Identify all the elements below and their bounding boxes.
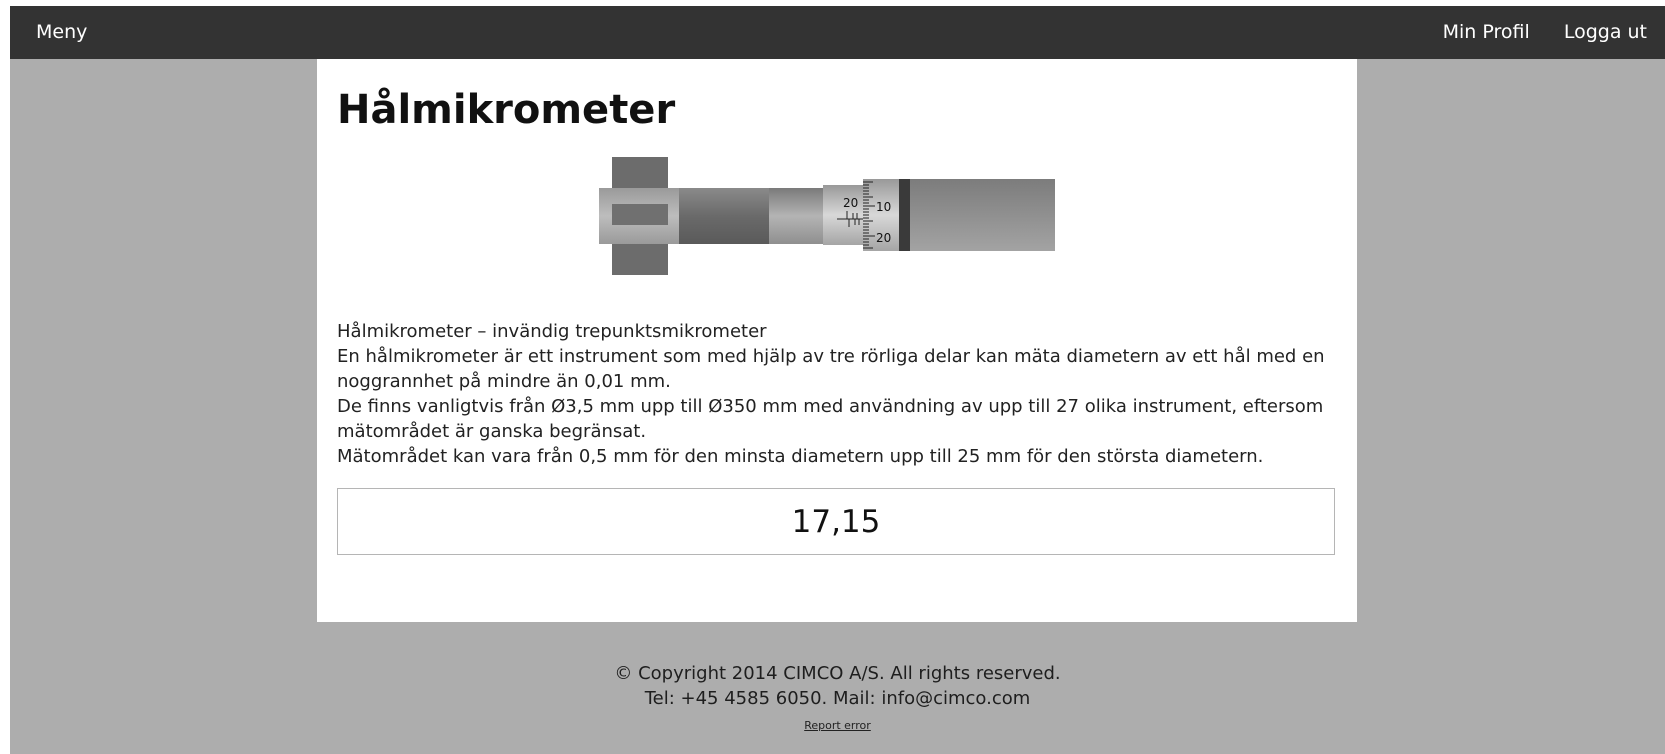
contact-text: Tel: +45 4585 6050. Mail: info@cimco.com <box>644 688 1031 709</box>
page-shell: Meny Min Profil Logga ut Hålmikrometer 2… <box>10 6 1665 754</box>
nav-right: Min Profil Logga ut <box>1415 21 1647 43</box>
footer: © Copyright 2014 CIMCO A/S. All rights r… <box>10 661 1665 733</box>
copyright-text: © Copyright 2014 CIMCO A/S. All rights r… <box>614 663 1061 684</box>
sleeve-scale-label: 20 <box>843 196 858 210</box>
description-line: De finns vanligtvis från Ø3,5 mm upp til… <box>337 396 1324 442</box>
content-card: Hålmikrometer 20 10 20 Hålmikrometer – i… <box>317 59 1357 622</box>
description-line: Mätområdet kan vara från 0,5 mm för den … <box>337 446 1264 467</box>
menu-button[interactable]: Meny <box>36 21 87 43</box>
bore-micrometer-illustration: 20 10 20 <box>599 157 1059 279</box>
report-error-link[interactable]: Report error <box>804 719 871 732</box>
logout-link[interactable]: Logga ut <box>1564 21 1647 43</box>
navbar: Meny Min Profil Logga ut <box>10 6 1665 59</box>
description: Hålmikrometer – invändig trepunktsmikrom… <box>337 319 1337 469</box>
description-line: En hålmikrometer är ett instrument som m… <box>337 346 1325 392</box>
measurement-readout[interactable]: 17,15 <box>337 488 1335 555</box>
profile-link[interactable]: Min Profil <box>1443 21 1530 43</box>
description-line: Hålmikrometer – invändig trepunktsmikrom… <box>337 321 767 342</box>
thimble-scale-label-upper: 10 <box>876 200 891 214</box>
thimble-scale-label-lower: 20 <box>876 231 891 245</box>
page-title: Hålmikrometer <box>337 87 676 133</box>
